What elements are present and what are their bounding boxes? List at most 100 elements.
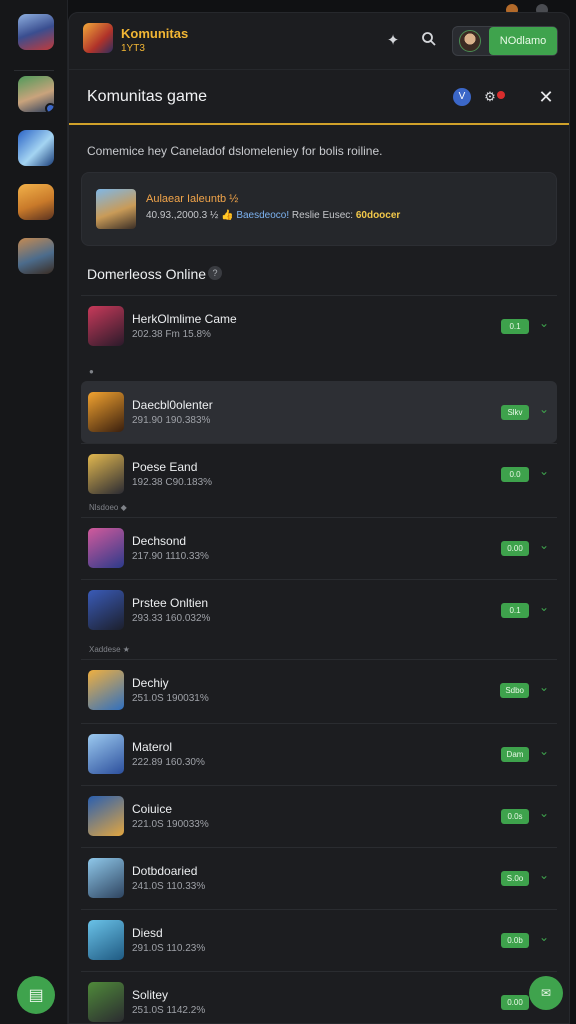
game-meta: 251.0S 1142.2% xyxy=(132,1005,206,1016)
game-row[interactable]: Dechiy 251.0S 190031% Sdbo ⌄ xyxy=(81,659,557,721)
section-title: Domerleoss Online xyxy=(87,266,207,282)
group-label: Xaddese ★ xyxy=(89,645,130,654)
game-icon xyxy=(88,734,124,774)
game-row[interactable]: Solitey251.0S 1142.2%0.00⌄ xyxy=(81,971,557,1024)
game-name: Dotbdoaried xyxy=(132,864,198,878)
chevron-down-icon[interactable]: ⌄ xyxy=(539,806,549,820)
app-logo xyxy=(83,23,113,53)
status-badge[interactable]: 0.1 xyxy=(501,603,529,618)
game-meta: 293.33 160.032% xyxy=(132,613,211,624)
status-badge[interactable]: 0.0 xyxy=(501,467,529,482)
chevron-down-icon[interactable]: ⌄ xyxy=(539,464,549,478)
app-subtitle: 1YT3 xyxy=(121,43,145,54)
close-icon[interactable]: ✕ xyxy=(537,88,555,106)
game-meta: 291.90 190.383% xyxy=(132,415,211,426)
app-name: Komunitas xyxy=(121,26,189,41)
compass-icon[interactable]: ✦ xyxy=(383,31,403,51)
chevron-down-icon[interactable]: ⌄ xyxy=(539,402,549,416)
game-name: Solitey xyxy=(132,988,169,1002)
avatar xyxy=(459,30,481,52)
status-badge[interactable]: 0.00 xyxy=(501,541,529,556)
game-row[interactable]: Prstee Onltien 293.33 160.032% 0.1 ⌄ xyxy=(81,579,557,641)
game-icon xyxy=(88,454,124,494)
game-row[interactable]: Dotbdoaried 241.0S 110.33% S.0o ⌄ xyxy=(81,847,557,909)
featured-thumbnail xyxy=(96,189,136,229)
chevron-down-icon[interactable]: ⌄ xyxy=(539,316,549,330)
featured-amount: 60doocer xyxy=(355,210,401,221)
status-badge[interactable]: 0.0s xyxy=(501,809,529,824)
game-meta: 241.0S 110.33% xyxy=(132,881,206,892)
chevron-down-icon[interactable]: ⌄ xyxy=(539,930,549,944)
game-name: HerkOlmlime Came xyxy=(132,312,237,326)
game-icon xyxy=(88,528,124,568)
user-chip-label: NOdlamo xyxy=(489,27,557,55)
game-row[interactable]: Diesd 291.0S 110.23% 0.0b ⌄ xyxy=(81,909,557,971)
chevron-down-icon[interactable]: ⌄ xyxy=(539,538,549,552)
community-panel: Komunitas 1YT3 ✦ NOdlamo Komunitas game … xyxy=(68,12,570,1024)
game-row[interactable]: Coiuice 221.0S 190033% 0.0s ⌄ xyxy=(81,785,557,847)
game-meta: 251.0S 190031% xyxy=(132,693,209,704)
search-icon[interactable] xyxy=(419,31,439,51)
game-icon xyxy=(88,982,124,1022)
game-icon xyxy=(88,670,124,710)
chevron-down-icon[interactable]: ⌄ xyxy=(539,680,549,694)
game-row[interactable]: Dechsond 217.90 1110.33% 0.00 ⌄ xyxy=(81,517,557,579)
game-name: Poese Eand xyxy=(132,460,198,474)
featured-title: Aulaear Ialeuntb ½ xyxy=(146,193,239,205)
server-status-icon xyxy=(45,103,54,112)
game-meta: 291.0S 110.23% xyxy=(132,943,206,954)
status-badge[interactable]: 0.0b xyxy=(501,933,529,948)
rail-server-1[interactable] xyxy=(18,76,54,112)
list-icon[interactable]: ▤ xyxy=(17,976,55,1014)
alert-dot-icon xyxy=(497,91,505,99)
game-meta: 221.0S 190033% xyxy=(132,819,209,830)
help-icon[interactable]: ? xyxy=(208,266,222,280)
rail-divider xyxy=(14,70,54,71)
featured-meta: 40.93.,2000.3 ½ 👍 Baesdeoco! Reslie Euse… xyxy=(146,210,400,221)
game-name: Materol xyxy=(132,740,173,754)
status-badge[interactable]: 0.1 xyxy=(501,319,529,334)
game-meta: 192.38 C90.183% xyxy=(132,477,213,488)
rail-server-4[interactable] xyxy=(18,238,54,274)
status-badge[interactable]: 0.00 xyxy=(501,995,529,1010)
game-meta: 202.38 Fm 15.8% xyxy=(132,329,211,340)
featured-meta-left: 40.93.,2000.3 ½ xyxy=(146,210,219,221)
featured-card[interactable]: Aulaear Ialeuntb ½ 40.93.,2000.3 ½ 👍 Bae… xyxy=(81,172,557,246)
game-name: Prstee Onltien xyxy=(132,596,209,610)
game-icon xyxy=(88,920,124,960)
status-badge[interactable]: Sdbo xyxy=(500,683,529,698)
game-name: Dechsond xyxy=(132,534,187,548)
verified-icon: V xyxy=(453,88,471,106)
rail-server-3[interactable] xyxy=(18,184,54,220)
gear-icon[interactable]: ⚙ xyxy=(481,88,505,106)
status-badge[interactable]: Slkv xyxy=(501,405,529,420)
chat-icon[interactable]: ✉ xyxy=(529,976,563,1010)
chevron-down-icon[interactable]: ⌄ xyxy=(539,600,549,614)
rail-server-2[interactable] xyxy=(18,130,54,166)
top-bar: Komunitas 1YT3 ✦ NOdlamo xyxy=(69,13,569,69)
game-row[interactable]: HerkOlmlime Came 202.38 Fm 15.8% 0.1 ⌄ xyxy=(81,295,557,357)
user-chip[interactable]: NOdlamo xyxy=(452,26,558,56)
game-row[interactable]: Materol 222.89 160.30% Dam ⌄ xyxy=(81,723,557,785)
game-name: Diesd xyxy=(132,926,163,940)
featured-meta-blue: Baesdeoco! xyxy=(236,210,290,221)
status-badge[interactable]: Dam xyxy=(501,747,529,762)
group-label: Nlsdoeo ◆ xyxy=(89,503,127,512)
featured-meta-mid: Reslie Eusec: xyxy=(291,210,354,221)
panel-description: Comemice hey Caneladof dslomeleniey for … xyxy=(87,144,383,158)
game-row[interactable]: Daecbl0olenter 291.90 190.383% Slkv ⌄ xyxy=(81,381,557,443)
game-icon xyxy=(88,392,124,432)
game-meta: 217.90 1110.33% xyxy=(132,551,209,562)
panel-header: Komunitas game V ⚙ ✕ xyxy=(69,69,569,125)
chevron-down-icon[interactable]: ⌄ xyxy=(539,744,549,758)
page-title: Komunitas game xyxy=(87,88,208,105)
game-icon xyxy=(88,796,124,836)
rail-avatar-main[interactable] xyxy=(18,14,54,50)
game-row[interactable]: Poese Eand 192.38 C90.183% 0.0 ⌄ xyxy=(81,443,557,505)
game-name: Coiuice xyxy=(132,802,173,816)
chevron-down-icon[interactable]: ⌄ xyxy=(539,868,549,882)
game-meta: 222.89 160.30% xyxy=(132,757,205,768)
status-badge[interactable]: S.0o xyxy=(501,871,529,886)
game-name: Daecbl0olenter xyxy=(132,398,213,412)
server-rail: ▤ xyxy=(0,0,68,1024)
